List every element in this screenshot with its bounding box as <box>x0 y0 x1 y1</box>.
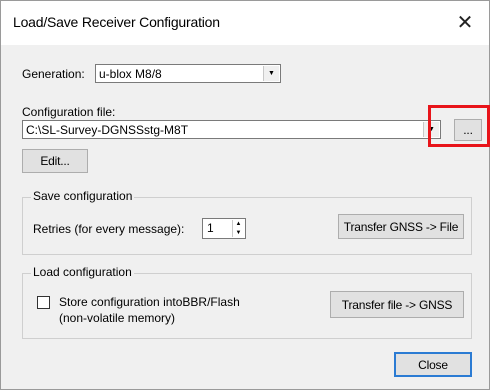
dialog-window: Load/Save Receiver Configuration ✕ Gener… <box>0 0 490 390</box>
generation-value: u-blox M8/8 <box>99 67 162 81</box>
edit-button[interactable]: Edit... <box>22 149 88 173</box>
save-group-title: Save configuration <box>31 189 135 203</box>
load-group-title: Load configuration <box>31 265 134 279</box>
chevron-down-icon[interactable]: ▼ <box>263 66 279 81</box>
spin-up-icon[interactable]: ▲ <box>233 220 244 229</box>
close-button[interactable]: Close <box>394 352 472 377</box>
title-bar: Load/Save Receiver Configuration ✕ <box>1 1 489 45</box>
config-file-label: Configuration file: <box>22 105 116 119</box>
store-config-label: Store configuration intoBBR/Flash <box>59 295 240 309</box>
transfer-gnss-to-file-button[interactable]: Transfer GNSS -> File <box>338 214 464 239</box>
config-file-select[interactable]: C:\SL-Survey-DGNSSstg-M8T ▼ <box>22 120 441 139</box>
generation-label: Generation: <box>22 67 85 81</box>
transfer-file-to-gnss-button[interactable]: Transfer file -> GNSS <box>330 291 464 318</box>
dialog-title: Load/Save Receiver Configuration <box>13 14 220 30</box>
config-file-value: C:\SL-Survey-DGNSSstg-M8T <box>26 123 189 137</box>
load-configuration-group: Load configuration Store configuration i… <box>22 265 472 339</box>
store-config-sublabel: (non-volatile memory) <box>59 311 176 325</box>
generation-select[interactable]: u-blox M8/8 ▼ <box>95 64 281 83</box>
save-configuration-group: Save configuration Retries (for every me… <box>22 189 472 255</box>
store-bbr-flash-checkbox[interactable] <box>37 296 50 309</box>
spin-down-icon[interactable]: ▼ <box>233 229 244 238</box>
retries-stepper[interactable]: 1 ▲ ▼ <box>202 218 246 239</box>
retries-label: Retries (for every message): <box>33 222 185 236</box>
retries-value: 1 <box>207 221 214 235</box>
annotation-highlight-box <box>428 105 490 147</box>
close-icon[interactable]: ✕ <box>447 5 483 39</box>
